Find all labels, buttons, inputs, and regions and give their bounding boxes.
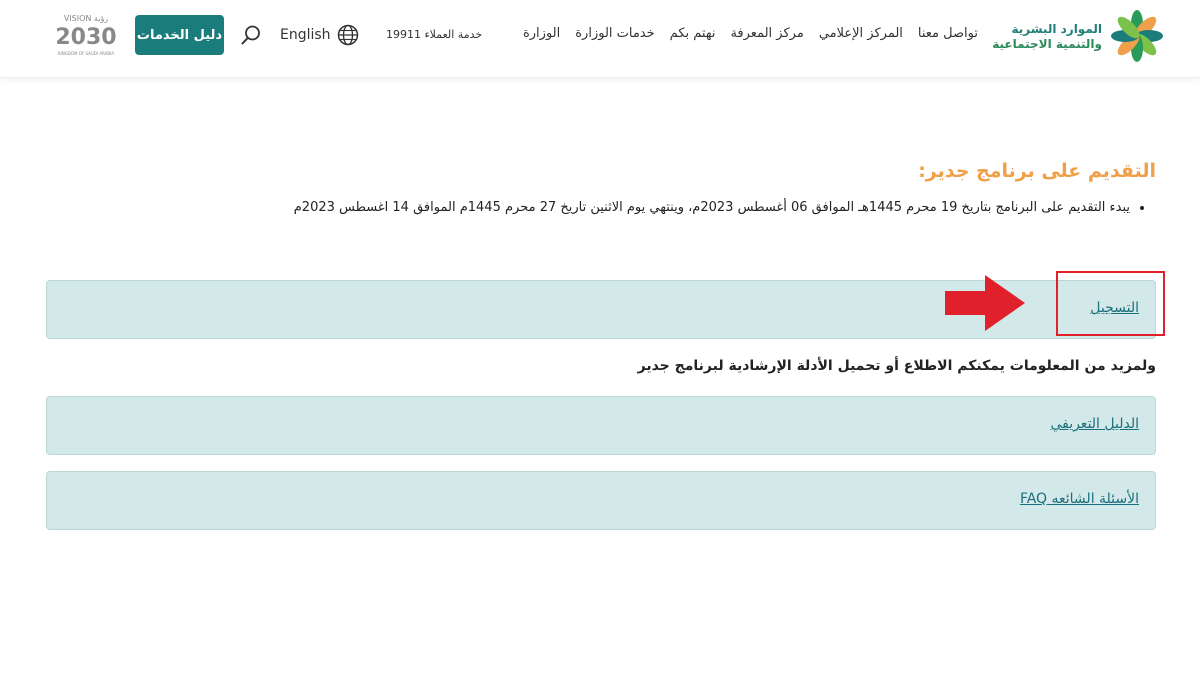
globe-icon [337, 24, 358, 46]
nav-item-we-care[interactable]: نهتم بكم [670, 26, 716, 41]
nav-item-ministry[interactable]: الوزارة [523, 26, 560, 41]
customer-service-number[interactable]: خدمة العملاء 19911 [386, 28, 482, 41]
main-nav: الوزارة خدمات الوزارة نهتم بكم مركز المع… [508, 26, 978, 41]
vision-top-text: VISION رؤية [64, 14, 108, 23]
nav-item-ministry-services[interactable]: خدمات الوزارة [575, 26, 654, 41]
intro-guide-link[interactable]: الدليل التعريفي [1050, 416, 1139, 432]
faq-link[interactable]: الأسئلة الشائعه FAQ [1020, 491, 1139, 507]
language-label: English [280, 27, 331, 43]
logo-text-line1: الموارد البشرية [1011, 22, 1102, 36]
intro-guide-box: الدليل التعريفي [46, 396, 1156, 455]
search-icon[interactable] [240, 24, 262, 46]
vision-country-text: KINGDOM OF SAUDI ARABIA [58, 51, 114, 56]
services-guide-button[interactable]: دليل الخدمات [135, 15, 224, 55]
nav-item-contact-us[interactable]: تواصل معنا [918, 26, 978, 41]
notice-list: يبدء التقديم على البرنامج بتاريخ 19 محرم… [188, 200, 1148, 215]
vision-2030-logo: VISION رؤية 2030 KINGDOM OF SAUDI ARABIA [55, 14, 116, 56]
nav-item-media-center[interactable]: المركز الإعلامي [819, 26, 903, 41]
ministry-star-icon [1111, 10, 1163, 62]
language-switcher[interactable]: English [280, 24, 359, 46]
logo-text: الموارد البشرية والتنمية الاجتماعية [962, 22, 1102, 52]
notice-title: التقديم على برنامج جدير: [918, 160, 1156, 182]
more-info-text: ولمزيد من المعلومات يمكنكم الاطلاع أو تح… [637, 358, 1156, 374]
registration-link[interactable]: التسجيل [1090, 300, 1139, 316]
faq-box: الأسئلة الشائعه FAQ [46, 471, 1156, 530]
notice-item: يبدء التقديم على البرنامج بتاريخ 19 محرم… [188, 200, 1130, 215]
nav-item-knowledge-center[interactable]: مركز المعرفة [730, 26, 803, 41]
arrow-right-icon [945, 275, 1025, 331]
logo-text-line2: والتنمية الاجتماعية [992, 37, 1102, 51]
site-header: الموارد البشرية والتنمية الاجتماعية الوز… [0, 0, 1200, 78]
ministry-logo[interactable]: الموارد البشرية والتنمية الاجتماعية [966, 8, 1166, 64]
vision-year-text: 2030 [55, 25, 116, 50]
